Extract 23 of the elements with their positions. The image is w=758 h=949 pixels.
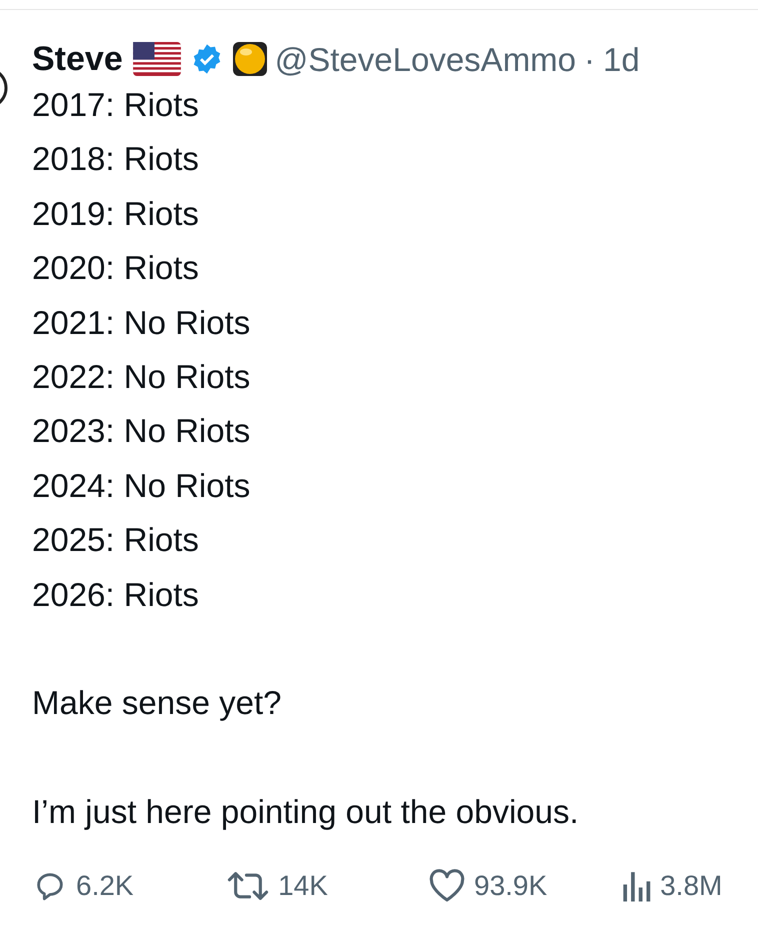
post-text-line: 2017: Riots bbox=[32, 85, 199, 125]
post-text-line: 2025: Riots bbox=[32, 520, 199, 560]
display-name[interactable]: Steve bbox=[32, 42, 123, 76]
flag-icon bbox=[132, 42, 181, 76]
coin-icon bbox=[232, 42, 267, 76]
user-handle[interactable]: @SteveLovesAmmo bbox=[274, 42, 576, 76]
stat-button[interactable]: 93.9K bbox=[428, 864, 620, 907]
post-text-line: 2023: No Riots bbox=[32, 411, 250, 452]
post-paragraph: Make sense yet? bbox=[32, 683, 282, 724]
post-text-line: 2018: Riots bbox=[32, 139, 199, 180]
heart-icon bbox=[428, 868, 466, 903]
post-paragraph: I’m just here pointing out the obvious. bbox=[32, 792, 579, 832]
stat-button[interactable]: 3.8M bbox=[620, 864, 758, 907]
post-text-line: 2020: Riots bbox=[32, 248, 199, 288]
stat-button[interactable]: 6.2K bbox=[32, 864, 226, 907]
post-text-line: 2026: Riots bbox=[32, 574, 199, 615]
post-text-line: 2021: No Riots bbox=[32, 302, 250, 343]
post-time[interactable]: 1d bbox=[603, 42, 640, 76]
post-text-line: 2022: No Riots bbox=[32, 357, 250, 398]
post-text-line: 2024: No Riots bbox=[32, 466, 250, 506]
post-text-line: 2019: Riots bbox=[32, 194, 199, 234]
separator-dot: · bbox=[584, 42, 596, 76]
stat-button[interactable]: 14K bbox=[226, 864, 428, 907]
